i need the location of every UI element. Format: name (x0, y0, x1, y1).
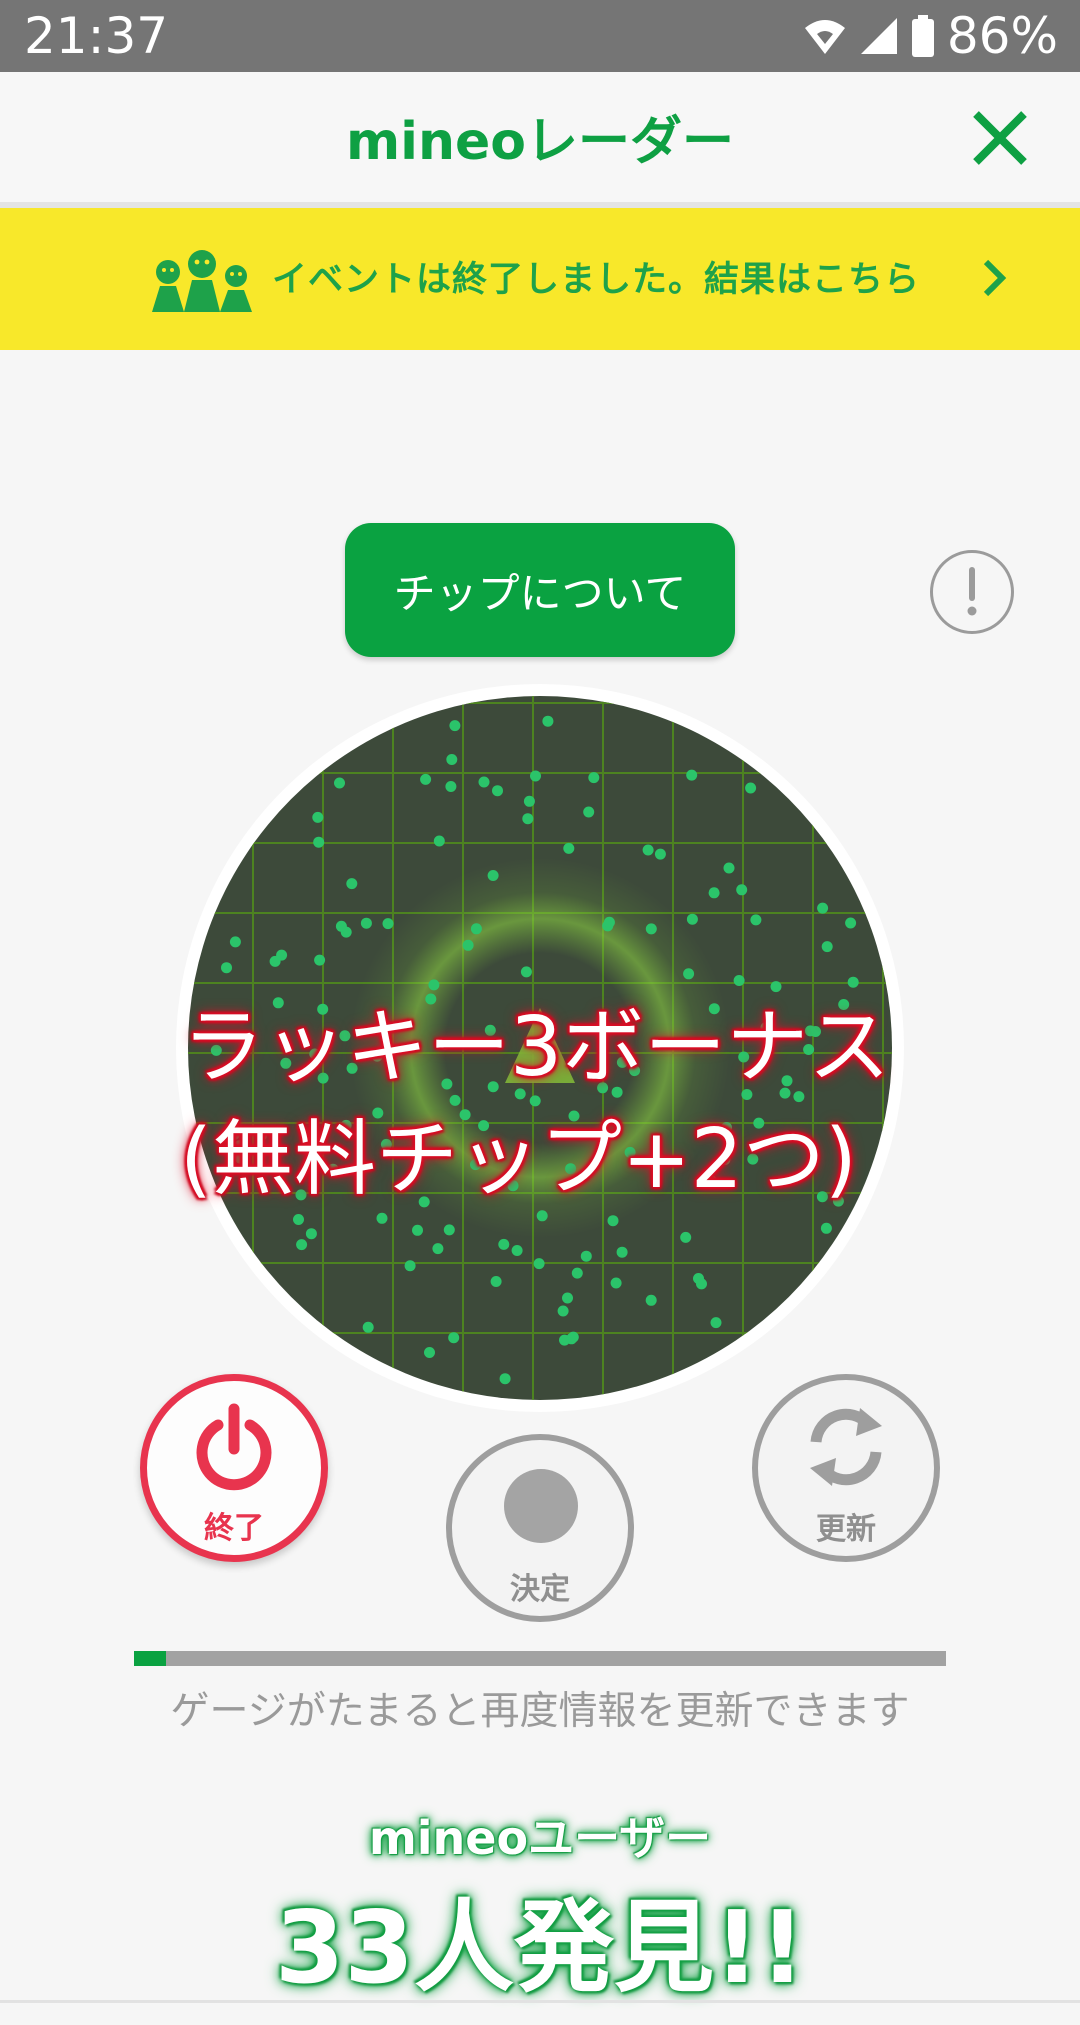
battery-percentage: 86% (946, 7, 1058, 65)
circle-icon (504, 1469, 578, 1543)
end-button[interactable]: 終了 (140, 1374, 328, 1562)
event-result-banner[interactable]: イベントは終了しました。結果はこちら (0, 208, 1080, 350)
refresh-button[interactable]: 更新 (752, 1374, 940, 1562)
status-time: 21:37 (24, 7, 169, 65)
refresh-label: 更新 (816, 1512, 876, 1547)
exclamation-icon (967, 567, 977, 616)
info-button[interactable] (930, 550, 1014, 634)
gauge-hint: ゲージがたまると再度情報を更新できます (170, 1689, 910, 1734)
battery-icon (911, 15, 934, 57)
chip-info-button[interactable]: チップについて (345, 523, 735, 657)
chevron-right-icon (983, 259, 1007, 297)
close-icon[interactable] (970, 108, 1030, 168)
decide-label: 決定 (510, 1572, 570, 1607)
power-icon (196, 1403, 272, 1491)
signal-icon (860, 18, 897, 54)
status-icons: 86% (803, 6, 1058, 66)
mineo-users-icon (152, 250, 252, 312)
app-bar: mineoレーダー (0, 72, 1080, 208)
found-users-count: 33人発見!! (274, 1889, 806, 2006)
bonus-title: ラッキー3ボーナス (182, 1000, 891, 1095)
bonus-subtitle: (無料チップ+2つ) (180, 1112, 857, 1207)
gauge-fill (134, 1651, 167, 1666)
banner-text: イベントは終了しました。結果はこちら (272, 260, 921, 300)
page-title: mineoレーダー (345, 112, 735, 172)
found-users-label: mineoユーザー (368, 1811, 712, 1865)
end-label: 終了 (204, 1511, 264, 1546)
status-bar: 21:37 86% (0, 0, 1080, 72)
decide-button[interactable]: 決定 (446, 1434, 634, 1622)
wifi-icon (804, 20, 845, 54)
bottom-divider (0, 2000, 1080, 2003)
refresh-icon (810, 1408, 882, 1486)
refresh-gauge (134, 1651, 946, 1666)
